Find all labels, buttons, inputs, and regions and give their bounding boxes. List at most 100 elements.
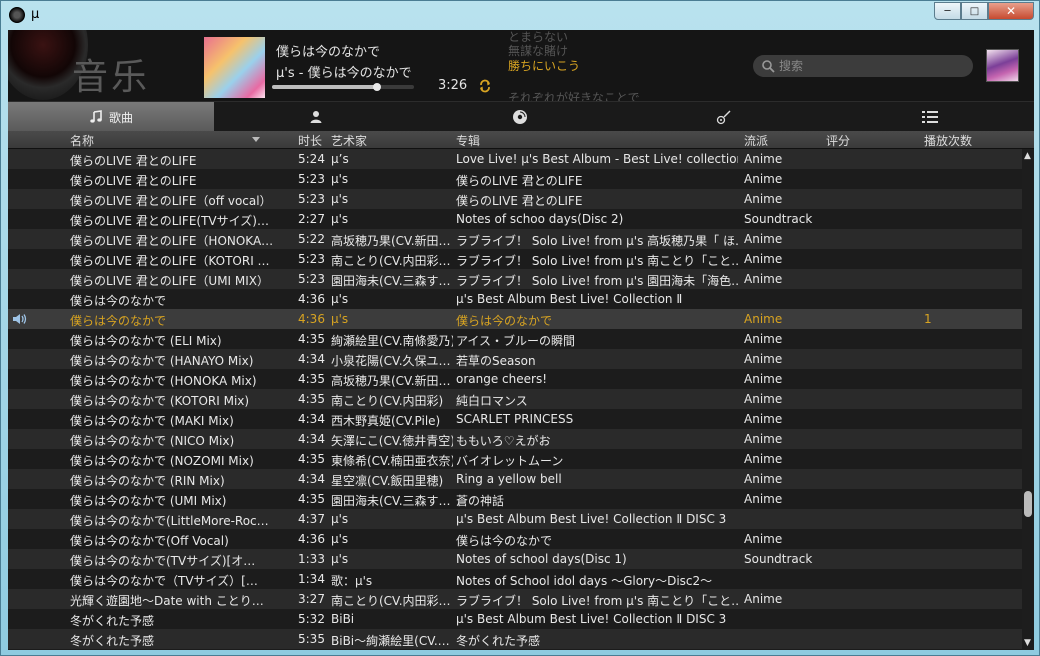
- cell-album: Notes of School idol days ～Glory～Disc2～: [456, 574, 713, 588]
- tab-genres[interactable]: [622, 102, 826, 132]
- table-row[interactable]: 僕らのLIVE 君とのLIFE（UMI MIX） 5:23 園田海未(CV.三森す……: [8, 269, 1022, 289]
- column-album[interactable]: 专辑: [456, 132, 480, 149]
- table-row[interactable]: 僕らは今のなかで (KOTORI Mix) 4:35 南ことり(CV.内田彩) 純白ロ…: [8, 389, 1022, 409]
- cell-title: 僕らは今のなかで (RIN Mix): [70, 474, 225, 488]
- cell-duration: 4:37: [298, 512, 325, 526]
- column-title[interactable]: 名称: [70, 132, 94, 149]
- cell-title: 冬がくれた予感: [70, 614, 155, 628]
- cell-album: Ring a yellow bell: [456, 472, 562, 486]
- cell-title: 僕らのLIVE 君とのLIFE（HONOKA…: [70, 234, 274, 248]
- table-row[interactable]: 僕らは今のなかで（TVサイズ）[… 1:34 歌：μ's Notes of Schoo…: [8, 569, 1022, 589]
- column-artist[interactable]: 艺术家: [331, 132, 367, 149]
- column-duration[interactable]: 时长: [298, 132, 322, 149]
- table-row[interactable]: 冬がくれた予感 5:32 BiBi μ's Best Album Best Live!…: [8, 609, 1022, 629]
- cell-title: 僕らのLIVE 君とのLIFE（UMI MIX）: [70, 274, 270, 288]
- table-row[interactable]: 僕らは今のなかで (ELI Mix) 4:35 絢瀬絵里(CV.南條愛乃) アイス・ブ…: [8, 329, 1022, 349]
- cell-artist: μ's: [331, 212, 349, 226]
- vertical-scrollbar[interactable]: ▲ ▼: [1022, 149, 1034, 650]
- cell-title: 僕らは今のなかで(Off Vocal): [70, 534, 229, 548]
- cell-duration: 1:33: [298, 552, 325, 566]
- cell-duration: 5:32: [298, 612, 325, 626]
- cell-artist: 東條希(CV.楠田亜衣奈): [331, 454, 453, 468]
- scroll-down-icon[interactable]: ▼: [1024, 638, 1031, 648]
- table-row[interactable]: 僕らは今のなかで(TVサイズ)[オ… 1:33 μ's Notes of school…: [8, 549, 1022, 569]
- table-row[interactable]: 僕らは今のなかで (MAKI Mix) 4:34 西木野真姫(CV.Pile) SCA…: [8, 409, 1022, 429]
- cell-album: 蒼の神話: [456, 494, 505, 508]
- title-bar[interactable]: μ ─ □ ✕: [1, 1, 1040, 29]
- table-row[interactable]: 冬がくれた予感 5:35 BiBi～絢瀬絵里(CV.… 冬がくれた予感: [8, 629, 1022, 649]
- tab-artists[interactable]: [214, 102, 418, 132]
- tab-songs[interactable]: 歌曲: [8, 102, 214, 132]
- maximize-button[interactable]: □: [961, 2, 988, 20]
- app-window: μ ─ □ ✕ 音乐 僕らは今のなかで μ's - 僕らは今のなかで 3:26: [0, 0, 1040, 656]
- playback-progress-bar[interactable]: [272, 83, 414, 91]
- progress-knob[interactable]: [373, 83, 382, 91]
- close-button[interactable]: ✕: [988, 2, 1034, 20]
- table-row[interactable]: 僕らは今のなかで(Off Vocal) 4:36 μ's 僕らは今のなかで Anime: [8, 529, 1022, 549]
- cell-title: 僕らは今のなかで (NOZOMI Mix): [70, 454, 254, 468]
- search-box[interactable]: [753, 55, 973, 77]
- cell-plays: 1: [924, 312, 932, 326]
- cell-genre: Anime: [744, 352, 783, 366]
- table-row[interactable]: 僕らは今のなかで (NOZOMI Mix) 4:35 東條希(CV.楠田亜衣奈) バイ…: [8, 449, 1022, 469]
- cell-genre: Anime: [744, 532, 783, 546]
- cell-duration: 5:23: [298, 272, 325, 286]
- cell-duration: 4:36: [298, 532, 325, 546]
- table-row[interactable]: 僕らのLIVE 君とのLIFE（KOTORI … 5:23 南ことり(CV.内田彩……: [8, 249, 1022, 269]
- table-row[interactable]: 僕らのLIVE 君とのLIFE 5:23 μ's 僕らのLIVE 君とのLIFE Ani…: [8, 169, 1022, 189]
- tab-albums[interactable]: [418, 102, 622, 132]
- table-row[interactable]: 僕らのLIVE 君とのLIFE 5:24 μ’s Love Live! μ's Bes…: [8, 149, 1022, 169]
- cell-artist: 南ことり(CV.内田彩…: [331, 254, 451, 268]
- table-row[interactable]: 光輝く遊園地～Date with ことり… 3:27 南ことり(CV.内田彩… ラブラ…: [8, 589, 1022, 609]
- cell-genre: Anime: [744, 432, 783, 446]
- table-row-now-playing[interactable]: 僕らは今のなかで 4:36 μ's 僕らは今のなかで Anime 1: [8, 309, 1022, 329]
- cell-duration: 5:23: [298, 252, 325, 266]
- cell-album: μ's Best Album Best Live! Collection Ⅱ D…: [456, 612, 727, 626]
- user-avatar[interactable]: [986, 49, 1019, 82]
- now-playing-title: 僕らは今のなかで: [276, 45, 381, 60]
- repeat-icon[interactable]: [478, 79, 492, 93]
- cell-title: 光輝く遊園地～Date with ことり…: [70, 594, 264, 608]
- now-playing-subtitle: μ's - 僕らは今のなかで: [276, 66, 412, 81]
- tab-playlists[interactable]: [826, 102, 1034, 132]
- minimize-button[interactable]: ─: [934, 2, 961, 20]
- cell-artist: 南ことり(CV.内田彩…: [331, 594, 451, 608]
- album-art[interactable]: [204, 37, 265, 98]
- table-row[interactable]: 僕らは今のなかで(LittleMore-Roc… 4:37 μ's μ's Best …: [8, 509, 1022, 529]
- cell-artist: μ’s: [331, 152, 349, 166]
- table-row[interactable]: 僕らは今のなかで (HANAYO Mix) 4:34 小泉花陽(CV.久保ユ… 若草の…: [8, 349, 1022, 369]
- table-row[interactable]: 僕らのLIVE 君とのLIFE（off vocal） 5:23 μ's 僕らのLIVE…: [8, 189, 1022, 209]
- scroll-thumb[interactable]: [1024, 491, 1032, 517]
- column-rating[interactable]: 评分: [826, 132, 850, 149]
- cell-title: 僕らは今のなかで (MAKI Mix): [70, 414, 234, 428]
- table-row[interactable]: 僕らは今のなかで (RIN Mix) 4:34 星空凛(CV.飯田里穂) Ring a…: [8, 469, 1022, 489]
- search-input[interactable]: [779, 57, 967, 75]
- column-genre[interactable]: 流派: [744, 132, 768, 149]
- cell-title: 僕らは今のなかで (KOTORI Mix): [70, 394, 250, 408]
- section-title: 音乐: [72, 57, 151, 98]
- table-row[interactable]: 僕らは今のなかで (NICO Mix) 4:34 矢澤にこ(CV.徳井青空) ももいろ…: [8, 429, 1022, 449]
- sort-descending-icon[interactable]: [252, 137, 260, 142]
- cell-duration: 4:34: [298, 412, 325, 426]
- cell-genre: Anime: [744, 192, 783, 206]
- cell-duration: 2:27: [298, 212, 325, 226]
- cell-artist: 絢瀬絵里(CV.南條愛乃): [331, 334, 453, 348]
- window-title: μ: [31, 7, 40, 22]
- cell-duration: 4:34: [298, 472, 325, 486]
- cell-album: orange cheers!: [456, 372, 548, 386]
- cell-genre: Anime: [744, 332, 783, 346]
- scroll-up-icon[interactable]: ▲: [1024, 151, 1031, 161]
- app-logo-icon: [9, 7, 25, 23]
- cell-album: Love Live! μ's Best Album - Best Live! c…: [456, 152, 738, 166]
- table-row[interactable]: 僕らは今のなかで (HONOKA Mix) 4:35 高坂穂乃果(CV.新田… ora…: [8, 369, 1022, 389]
- cell-artist: 高坂穂乃果(CV.新田…: [331, 234, 451, 248]
- list-icon: [922, 111, 938, 123]
- table-row[interactable]: 僕らは今のなかで 4:36 μ's μ's Best Album Best Live!…: [8, 289, 1022, 309]
- table-row[interactable]: 僕らのLIVE 君とのLIFE（HONOKA… 5:22 高坂穂乃果(CV.新田… ラ…: [8, 229, 1022, 249]
- column-play-count[interactable]: 播放次数: [924, 132, 972, 149]
- cell-genre: Anime: [744, 252, 783, 266]
- table-row[interactable]: 僕らのLIVE 君とのLIFE(TVサイズ)… 2:27 μ's Notes of s…: [8, 209, 1022, 229]
- table-row[interactable]: 僕らは今のなかで (UMI Mix) 4:35 園田海未(CV.三森す… 蒼の神話 An…: [8, 489, 1022, 509]
- cell-album: 僕らは今のなかで: [456, 534, 553, 548]
- cell-album: μ's Best Album Best Live! Collection Ⅱ D…: [456, 512, 727, 526]
